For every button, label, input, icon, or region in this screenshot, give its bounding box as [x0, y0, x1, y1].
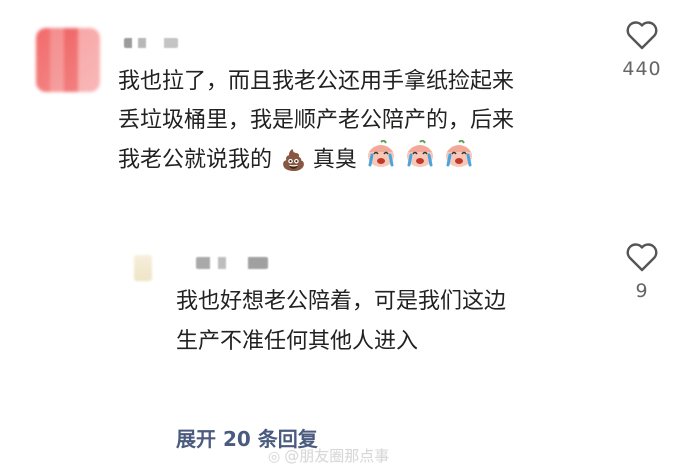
reply-avatar[interactable]	[134, 255, 152, 281]
reply-body: 我也好想老公陪着，可是我们这边 生产不准任何其他人进入	[176, 282, 616, 362]
comment-line-3-after: 真臭	[312, 147, 357, 173]
comment-like-count: 440	[622, 58, 662, 80]
comment-line-3: 我老公就说我的 💩 真臭	[118, 139, 598, 181]
heart-icon[interactable]	[625, 242, 659, 272]
comment-line-2: 丢垃圾桶里，我是顺产老公陪产的，后来	[118, 108, 515, 133]
commenter-username[interactable]	[124, 38, 178, 48]
watermark: ◎ @朋友圈那点事	[268, 445, 389, 466]
crying-face-emoji-icon	[405, 139, 435, 181]
watermark-text: @朋友圈那点事	[284, 447, 390, 465]
commenter-avatar[interactable]	[36, 28, 100, 92]
heart-icon[interactable]	[625, 20, 659, 50]
comment-body: 我也拉了，而且我老公还用手拿纸捡起来 丢垃圾桶里，我是顺产老公陪产的，后来 我老…	[118, 62, 598, 181]
crying-face-emoji-icon	[444, 139, 474, 181]
crying-face-emoji-icon	[366, 139, 396, 181]
reply-username[interactable]	[196, 257, 268, 269]
reply-line-1: 我也好想老公陪着，可是我们这边	[176, 289, 507, 314]
comment-like-button[interactable]: 440	[612, 20, 672, 80]
comment-line-3-text: 我老公就说我的	[118, 147, 273, 173]
weibo-icon: ◎	[268, 449, 281, 465]
comment-line-1: 我也拉了，而且我老公还用手拿纸捡起来	[118, 69, 515, 94]
poop-emoji-icon: 💩	[281, 148, 306, 172]
reply-like-count: 9	[635, 280, 649, 302]
reply-line-2: 生产不准任何其他人进入	[176, 329, 419, 354]
reply-like-button[interactable]: 9	[612, 242, 672, 302]
